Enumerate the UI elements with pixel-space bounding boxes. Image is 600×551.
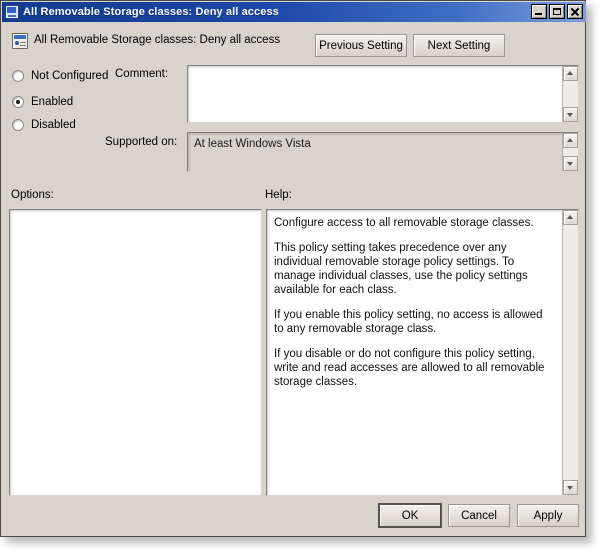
comment-label: Comment:: [115, 68, 169, 80]
window-controls: [531, 4, 583, 19]
scroll-down-icon[interactable]: [563, 156, 578, 171]
previous-setting-button[interactable]: Previous Setting: [315, 34, 407, 57]
maximize-icon: [550, 5, 564, 18]
radio-not-configured[interactable]: Not Configured: [12, 70, 108, 82]
radio-label: Disabled: [31, 119, 76, 131]
help-scrollbar[interactable]: [562, 210, 578, 495]
title-bar: All Removable Storage classes: Deny all …: [2, 2, 586, 22]
options-label: Options:: [11, 189, 54, 201]
maximize-button[interactable]: [549, 4, 565, 19]
close-button[interactable]: [567, 4, 583, 19]
minimize-button[interactable]: [531, 4, 547, 19]
close-icon: [568, 5, 582, 18]
scrollbar-track[interactable]: [563, 81, 578, 107]
help-paragraph: If you disable or do not configure this …: [274, 348, 545, 388]
window-title: All Removable Storage classes: Deny all …: [23, 6, 279, 18]
scroll-down-icon[interactable]: [563, 480, 578, 495]
radio-label: Enabled: [31, 96, 74, 108]
help-paragraph: If you enable this policy setting, no ac…: [274, 309, 543, 335]
scroll-down-icon[interactable]: [563, 107, 578, 122]
scroll-up-icon[interactable]: [563, 66, 578, 81]
apply-button[interactable]: Apply: [517, 504, 579, 527]
help-text: Configure access to all removable storag…: [267, 210, 562, 495]
scrollbar-track[interactable]: [563, 225, 578, 480]
supported-on-scrollbar[interactable]: [562, 133, 578, 171]
radio-label: Not Configured: [31, 70, 109, 82]
radio-mark: [12, 119, 24, 131]
supported-on-label: Supported on:: [105, 136, 178, 148]
comment-input[interactable]: [187, 65, 579, 123]
scroll-up-icon[interactable]: [563, 133, 578, 148]
next-setting-button[interactable]: Next Setting: [413, 34, 505, 57]
radio-mark: [12, 70, 24, 82]
minimize-icon: [532, 5, 546, 18]
setting-name: All Removable Storage classes: Deny all …: [34, 34, 281, 46]
screen: All Removable Storage classes: Deny all …: [0, 0, 600, 551]
cancel-button[interactable]: Cancel: [448, 504, 510, 527]
options-pane[interactable]: [9, 209, 262, 496]
policy-window-icon: [5, 5, 19, 19]
policy-setting-dialog: All Removable Storage classes: Deny all …: [0, 0, 586, 537]
help-paragraph: This policy setting takes precedence ove…: [274, 242, 528, 296]
help-paragraph: Configure access to all removable storag…: [274, 217, 534, 229]
policy-setting-icon: [12, 33, 28, 49]
radio-mark: [12, 96, 24, 108]
radio-disabled[interactable]: Disabled: [12, 119, 76, 131]
ok-button[interactable]: OK: [379, 504, 441, 527]
radio-enabled[interactable]: Enabled: [12, 96, 73, 108]
scroll-up-icon[interactable]: [563, 210, 578, 225]
help-pane: Configure access to all removable storag…: [266, 209, 579, 496]
help-label: Help:: [265, 189, 292, 201]
supported-on-field: At least Windows Vista: [187, 132, 579, 172]
comment-scrollbar[interactable]: [562, 66, 578, 122]
scrollbar-track[interactable]: [563, 148, 578, 156]
supported-on-value: At least Windows Vista: [194, 138, 311, 150]
